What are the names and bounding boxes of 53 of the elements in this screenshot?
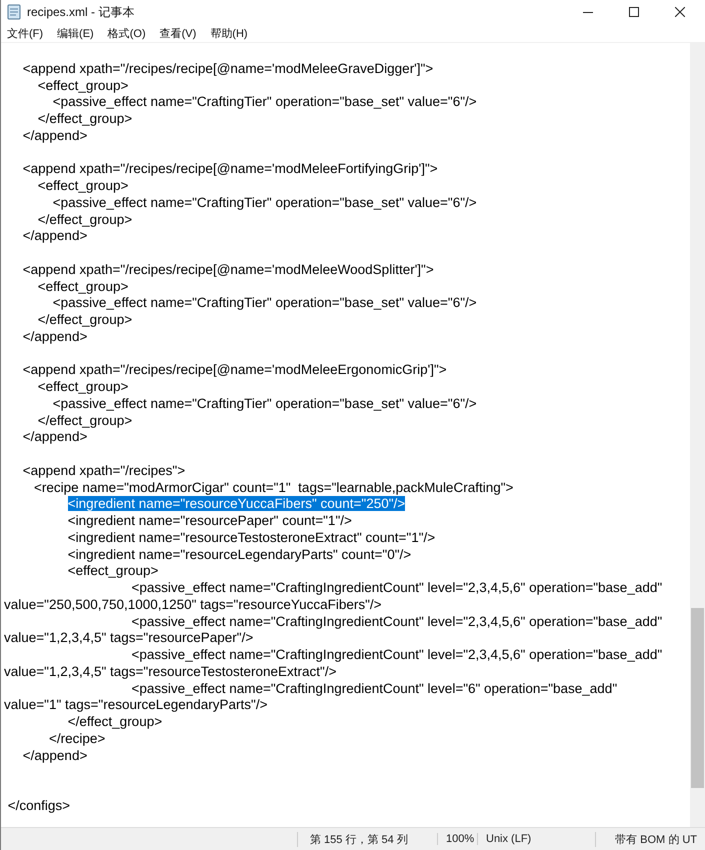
code-line: <effect_group> xyxy=(38,278,128,294)
code-line: <passive_effect name="CraftingIngredientCount" level="2,3,4,5,6" operation="base_add" xyxy=(132,614,662,628)
code-line: </append> xyxy=(22,128,88,143)
status-text: Unix (LF) xyxy=(477,833,595,845)
code-line: <append xpath="/recipes/recipe[@name='modMeleeFortifyingGrip']"> xyxy=(22,161,438,176)
code-line: <ingredient name="resourceLegendaryParts" count="0"/> xyxy=(68,546,412,562)
code-line: </append> xyxy=(22,748,88,762)
window-title: recipes.xml - 记事本 xyxy=(27,4,136,20)
menu-item[interactable]: 查看(V) xyxy=(160,26,196,40)
code-line: <passive_effect name="CraftingIngredientCount" level="2,3,4,5,6" operation="base_add" xyxy=(132,647,662,662)
close-icon[interactable] xyxy=(675,7,685,17)
code-line: <append xpath="/recipes/recipe[@name='modMeleeWoodSplitter']"> xyxy=(22,262,434,277)
code-line: <passive_effect name="CraftingTier" operation="base_set" value="6"/> xyxy=(52,194,477,210)
code-line: <ingredient name="resourceTestosteroneExtract" count="1"/> xyxy=(68,530,436,545)
code-line: <effect_group> xyxy=(38,379,128,394)
status-text: 第 155 行，第 54 列 xyxy=(297,832,437,846)
code-line: value="1,2,3,4,5" tags="resourcePaper"/> xyxy=(4,630,254,646)
code-line: <passive_effect name="CraftingIngredientCount" level="2,3,4,5,6" operation="base_add" xyxy=(132,580,662,595)
code-line: </effect_group> xyxy=(38,111,132,126)
menu-item[interactable]: 帮助(H) xyxy=(210,26,248,40)
code-line: </configs> xyxy=(8,798,70,813)
code-line: </append> xyxy=(22,328,88,344)
menu-item[interactable]: 编辑(E) xyxy=(57,26,94,40)
code-line: </effect_group> xyxy=(38,212,132,226)
code-line: <effect_group> xyxy=(38,78,128,92)
code-line: </recipe> xyxy=(49,730,106,746)
maximize-icon[interactable] xyxy=(629,7,639,17)
code-line: </append> xyxy=(22,429,88,444)
code-line: <passive_effect name="CraftingTier" operation="base_set" value="6"/> xyxy=(52,396,477,411)
code-line: value="1,2,3,4,5" tags="resourceTestosteroneExtract"/> xyxy=(4,664,336,679)
code-line: <effect_group> xyxy=(68,563,158,578)
code-line: <passive_effect name="CraftingTier" operation="base_set" value="6"/> xyxy=(52,295,477,310)
code-line: <ingredient name="resourcePaper" count="1"/> xyxy=(68,513,352,528)
code-line: <append xpath="/recipes"> xyxy=(22,462,186,478)
menu-item[interactable]: 格式(O) xyxy=(108,26,146,40)
code-line: </append> xyxy=(22,228,88,244)
code-line: </effect_group> xyxy=(68,714,162,729)
status-text: 带有 BOM 的 UT xyxy=(595,832,705,846)
code-line: <append xpath="/recipes/recipe[@name='modMeleeErgonomicGrip']"> xyxy=(22,362,447,378)
code-line: value="1" tags="resourceLegendaryParts"/> xyxy=(4,697,268,712)
code-line: <recipe name="modArmorCigar" count="1" tags="learnable,packMuleCrafting"> xyxy=(34,480,514,494)
code-line: <effect_group> xyxy=(38,178,128,193)
code-line: <passive_effect name="CraftingTier" operation="base_set" value="6"/> xyxy=(52,94,477,110)
scrollbar-thumb[interactable] xyxy=(691,608,704,788)
code-line: </effect_group> xyxy=(38,312,132,327)
notepad-icon xyxy=(7,4,21,20)
scrollbar[interactable] xyxy=(690,43,705,827)
code-line: value="250,500,750,1000,1250" tags="resourceYuccaFibers"/> xyxy=(4,596,382,612)
status-text: 100% xyxy=(437,833,477,845)
code-line: <passive_effect name="CraftingIngredientCount" level="6" operation="base_add" xyxy=(132,680,618,696)
menu-item[interactable]: 文件(F) xyxy=(7,26,44,40)
code-line: <append xpath="/recipes/recipe[@name='modMeleeGraveDigger']"> xyxy=(22,60,434,76)
code-line: </effect_group> xyxy=(38,412,132,428)
